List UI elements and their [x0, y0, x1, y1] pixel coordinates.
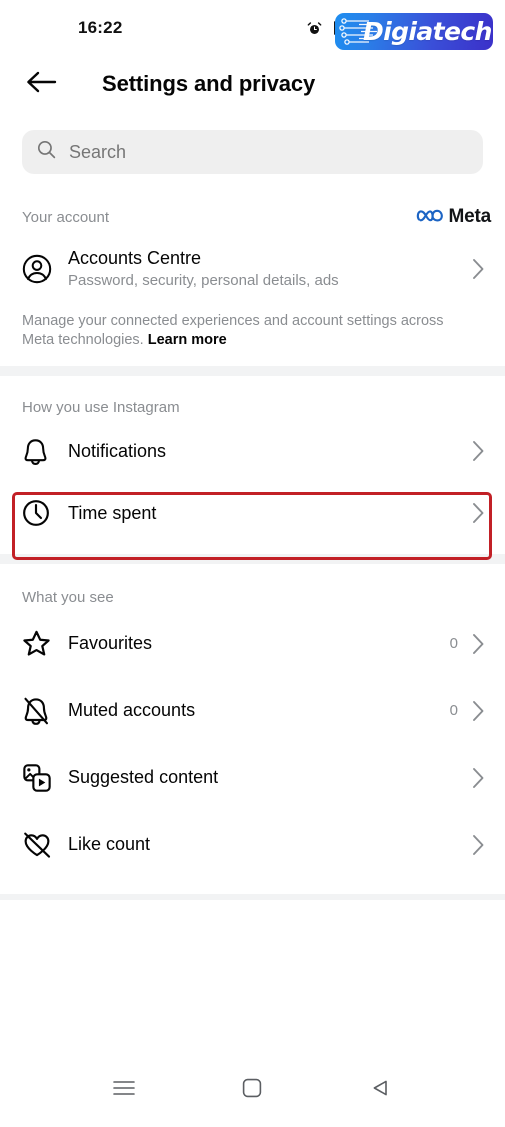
row-title: Favourites	[68, 633, 153, 654]
chevron-right-icon	[472, 767, 485, 789]
chevron-right-icon	[472, 258, 485, 280]
account-circle-icon	[22, 254, 60, 284]
search-input[interactable]	[69, 141, 469, 163]
chevron-right-icon	[472, 700, 485, 722]
meta-infinity-icon	[416, 207, 443, 228]
row-subtitle: Password, security, personal details, ad…	[68, 272, 339, 290]
row-title: Time spent	[68, 502, 157, 523]
learn-more-link[interactable]: Learn more	[148, 332, 227, 348]
section-divider	[0, 554, 505, 565]
search-icon	[36, 139, 57, 165]
chevron-right-icon	[472, 834, 485, 856]
digiatech-wordmark: Digiatech	[363, 17, 492, 46]
section-divider	[0, 366, 505, 377]
row-suggested-content[interactable]: Suggested content	[0, 744, 505, 812]
clock-icon	[22, 499, 60, 527]
row-like-count[interactable]: Like count	[0, 811, 505, 879]
row-texts: Like count	[60, 833, 458, 856]
row-accounts-centre[interactable]: Accounts Centre Password, security, pers…	[0, 238, 505, 300]
meta-brand-badge: Meta	[416, 206, 492, 228]
bottom-divider	[0, 894, 505, 901]
home-button[interactable]	[224, 1066, 280, 1114]
blurb-text: Manage your connected experiences and ac…	[22, 313, 444, 349]
page-title: Settings and privacy	[102, 71, 316, 96]
bell-slash-icon	[22, 696, 60, 726]
row-title: Suggested content	[68, 767, 219, 788]
android-nav-bar	[0, 1053, 505, 1127]
row-texts: Time spent	[60, 502, 472, 525]
recents-button[interactable]	[96, 1066, 152, 1114]
row-count: 0	[449, 702, 458, 720]
row-count: 0	[449, 635, 458, 653]
chevron-right-icon	[472, 440, 485, 462]
alarm-icon	[307, 21, 322, 36]
section-header-how-you-use: How you use Instagram	[0, 394, 505, 420]
recents-menu-icon	[112, 1079, 136, 1102]
accounts-centre-blurb: Manage your connected experiences and ac…	[0, 300, 505, 366]
chevron-right-icon	[472, 502, 485, 524]
chevron-right-icon	[472, 633, 485, 655]
search-box[interactable]	[22, 130, 483, 174]
star-icon	[22, 629, 60, 658]
row-title: Muted accounts	[68, 700, 196, 721]
row-notifications[interactable]: Notifications	[0, 420, 505, 483]
row-time-spent[interactable]: Time spent	[0, 482, 505, 545]
row-muted-accounts[interactable]: Muted accounts 0	[0, 677, 505, 745]
row-texts: Notifications	[60, 440, 472, 463]
status-bar: 16:22 Digiatech	[0, 0, 505, 56]
heart-slash-icon	[22, 831, 60, 859]
back-button[interactable]	[22, 65, 60, 103]
meta-brand-name: Meta	[448, 206, 492, 227]
digiatech-watermark-logo: Digiatech	[335, 13, 493, 50]
back-nav-button[interactable]	[353, 1066, 409, 1114]
section-header-your-account: Your account Meta	[0, 204, 505, 230]
row-texts: Favourites	[60, 632, 450, 655]
arrow-left-icon	[25, 70, 57, 99]
section-header-what-you-see: What you see	[0, 584, 505, 610]
row-title: Like count	[68, 834, 151, 855]
section-label-your-account: Your account	[22, 208, 110, 226]
section-label-what-you-see: What you see	[22, 588, 114, 606]
row-title: Notifications	[68, 440, 167, 461]
suggested-content-icon	[22, 763, 60, 793]
bell-icon	[22, 437, 60, 466]
row-title: Accounts Centre	[68, 247, 202, 268]
phone-screen: 16:22 Digiatech Settings and privacy Sea…	[0, 0, 505, 1127]
row-texts: Muted accounts	[60, 699, 450, 722]
row-favourites[interactable]: Favourites 0	[0, 610, 505, 678]
status-bar-clock: 16:22	[78, 18, 123, 37]
row-texts: Accounts Centre Password, security, pers…	[60, 247, 472, 292]
home-square-icon	[242, 1078, 262, 1103]
row-texts: Suggested content	[60, 766, 458, 789]
app-bar: Settings and privacy	[0, 56, 505, 112]
section-label-how-you-use: How you use Instagram	[22, 398, 180, 416]
back-triangle-icon	[371, 1078, 391, 1103]
search-section	[0, 112, 505, 174]
